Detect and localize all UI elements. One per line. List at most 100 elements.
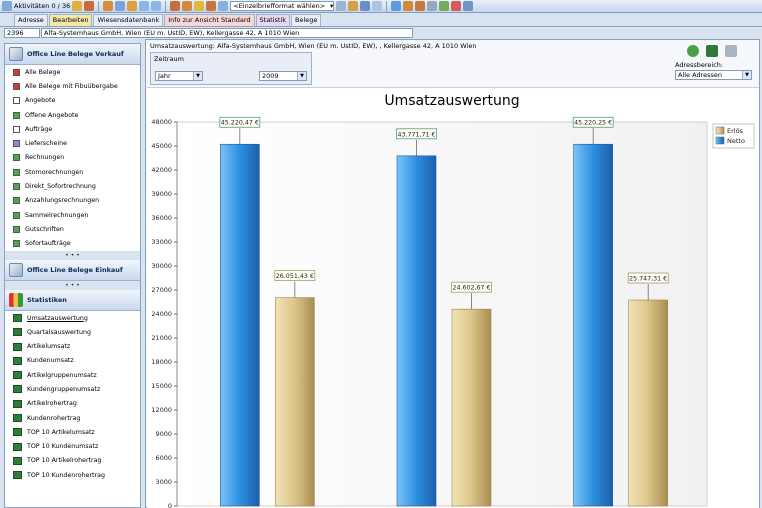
stats-item[interactable]: Kundenrohertrag (5, 411, 140, 425)
legend-label: Netto (727, 137, 745, 145)
users-icon[interactable] (84, 1, 95, 11)
y-tick-label: 36000 (151, 214, 172, 222)
tool-icon[interactable] (72, 1, 83, 11)
print-icon[interactable] (427, 1, 438, 11)
y-tick-label: 6000 (155, 454, 172, 462)
person-icon[interactable] (206, 1, 217, 11)
year-select[interactable]: 2009 ▼ (259, 71, 307, 81)
letter-template-select[interactable]: <Einzelbriefformat wählen> ▾ (230, 1, 335, 11)
address-id-field[interactable]: 2396 (4, 28, 40, 38)
stats-item[interactable]: Artikelrohertrag (5, 397, 140, 411)
sidebar-item[interactable]: Alle Belege mit Fibuübergabe (5, 79, 140, 93)
people-icon[interactable] (103, 1, 114, 11)
sidebar-item-label: Offene Angebote (25, 111, 79, 119)
sidebar-item[interactable]: Anzahlungsrechnungen (5, 194, 140, 208)
form-icon[interactable] (360, 1, 371, 11)
sidebar-item[interactable]: Offene Angebote (5, 108, 140, 122)
chart-area: Umsatzauswertung 0 3000 6000 9000 12000 15000… (147, 87, 759, 508)
sidebar-item[interactable]: Direkt_Sofortrechnung (5, 179, 140, 193)
sidebar-item-label: Gutschriften (25, 225, 64, 233)
sidebar-item[interactable]: Lieferscheine (5, 136, 140, 150)
y-tick-label: 12000 (151, 406, 172, 414)
excel-export-icon[interactable] (706, 45, 718, 57)
gift-icon[interactable] (451, 1, 462, 11)
sidebar-item[interactable]: Stornorechnungen (5, 165, 140, 179)
group-icon[interactable] (182, 1, 193, 11)
address-name-field[interactable]: Alfa-Systemhaus GmbH, Wien (EU m. UstID,… (41, 28, 413, 38)
sidebar-item-label: Stornorechnungen (25, 168, 84, 176)
stats-item[interactable]: Umsatzauswertung (5, 311, 140, 325)
note-icon[interactable] (127, 1, 138, 11)
y-tick-label: 48000 (151, 118, 172, 126)
address-range-label: Adressbereich: (675, 61, 724, 69)
sidebar-item[interactable]: Alle Belege (5, 65, 140, 79)
sales-section-title: Office Line Belege Verkauf (27, 50, 124, 58)
data-label: 43.771,71 € (397, 131, 435, 138)
period-type-select[interactable]: Jahr ▼ (155, 71, 203, 81)
group-add-icon[interactable] (415, 1, 426, 11)
refresh-icon[interactable] (687, 45, 699, 57)
green-doc-icon (13, 211, 20, 219)
stats-item[interactable]: TOP 10 Artikelumsatz (5, 425, 140, 439)
activity-counter[interactable]: Aktivitäten 0 / 36 (14, 2, 70, 10)
toolbar-separator (165, 0, 167, 12)
green-doc-icon (13, 183, 20, 191)
stats-item[interactable]: TOP 10 Kundenrohertrag (5, 468, 140, 482)
sales-section-header[interactable]: Office Line Belege Verkauf (5, 44, 140, 65)
forward-icon[interactable] (391, 1, 402, 11)
report-icon (13, 428, 22, 437)
bookmark-icon[interactable] (218, 1, 229, 11)
purchase-section-header[interactable]: Office Line Belege Einkauf (5, 259, 140, 281)
tab-belege[interactable]: Belege (291, 14, 322, 26)
address-range-select[interactable]: Alle Adressen ▼ (675, 70, 752, 80)
tab-adresse[interactable]: Adresse (14, 14, 48, 26)
activity-icon[interactable] (2, 1, 12, 11)
stats-item[interactable]: Artikelumsatz (5, 339, 140, 353)
sidebar-item[interactable]: Aufträge (5, 122, 140, 136)
sidebar-item[interactable]: Angebote (5, 94, 140, 108)
doc-new-icon[interactable] (348, 1, 359, 11)
bar-netto (220, 143, 260, 507)
report-icon (13, 471, 22, 480)
section-divider[interactable]: • • • (5, 280, 140, 290)
tab-bearbeiten[interactable]: Bearbeiten (48, 14, 93, 26)
legend-swatch (715, 136, 725, 145)
report-icon (13, 414, 22, 423)
sidebar-item-label: Anzahlungsrechnungen (25, 197, 100, 205)
stats-item[interactable]: TOP 10 Kundenumsatz (5, 440, 140, 454)
contacts-icon[interactable] (170, 1, 181, 11)
report-actions (687, 45, 737, 57)
star-icon[interactable] (194, 1, 205, 11)
team-icon[interactable] (403, 1, 414, 11)
sidebar-item-label: Alle Belege (25, 68, 61, 76)
y-tick-label: 9000 (155, 430, 172, 438)
letter-template-value: <Einzelbriefformat wählen> (233, 2, 326, 10)
tab-wiesensdatenbank[interactable]: Wiesensdatenbank (93, 14, 164, 26)
sidebar-item[interactable]: Rechnungen (5, 151, 140, 165)
stats-item[interactable]: Kundenumsatz (5, 354, 140, 368)
tab-statistik[interactable]: Statistik (255, 14, 291, 26)
filter-icon[interactable] (139, 1, 150, 11)
period-group: Zeitraum Jahr ▼ 2009 ▼ (150, 52, 312, 85)
stats-item[interactable]: Artikelgruppenumsatz (5, 368, 140, 382)
section-divider[interactable]: • • • (5, 250, 140, 260)
tab-info[interactable]: Info zur Ansicht Standard (164, 14, 255, 26)
y-tick-label: 42000 (151, 166, 172, 174)
copy-icon[interactable] (372, 1, 383, 11)
sidebar-item[interactable]: Gutschriften (5, 222, 140, 236)
y-tick-label: 15000 (151, 382, 172, 390)
stats-item[interactable]: Quartalsauswertung (5, 325, 140, 339)
check-icon[interactable] (439, 1, 450, 11)
mail-icon[interactable] (115, 1, 126, 11)
stats-item[interactable]: Kundengruppenumsatz (5, 382, 140, 396)
stats-section-header[interactable]: Statistiken (5, 289, 140, 311)
sidebar-item[interactable]: Sofortaufträge (5, 237, 140, 251)
doc-edit-icon[interactable] (336, 1, 347, 11)
report-icon (13, 342, 22, 351)
filter-remove-icon[interactable] (151, 1, 162, 11)
chevron-down-icon: ▼ (742, 71, 751, 79)
sidebar-item[interactable]: Sammelrechnungen (5, 208, 140, 222)
stats-item[interactable]: TOP 10 Artikelrohertrag (5, 454, 140, 468)
print-icon[interactable] (725, 45, 737, 57)
dropdown-icon[interactable] (463, 1, 474, 11)
